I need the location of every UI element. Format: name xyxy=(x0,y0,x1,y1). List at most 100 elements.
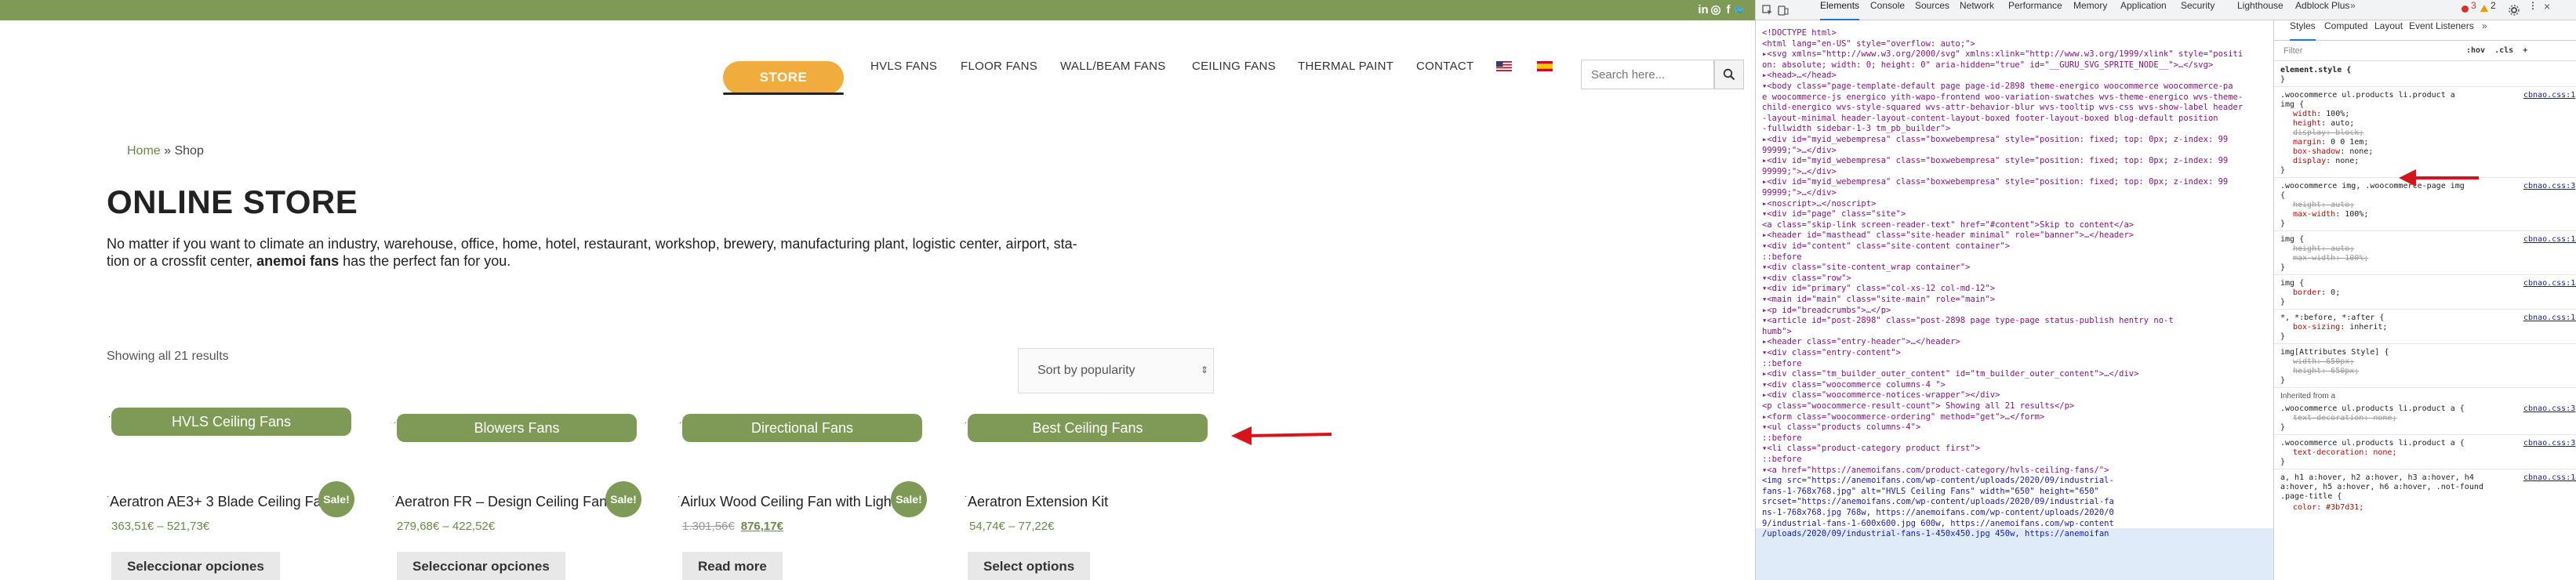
dom-node-line[interactable]: ▸<div id="myid_webempresa" class="boxweb… xyxy=(1762,135,2228,145)
more-options-icon[interactable]: ⋮ xyxy=(2528,0,2538,20)
dom-node-line[interactable]: /uploads/2020/09/industrial-fans-1-450x4… xyxy=(1762,529,2109,539)
dom-node-line[interactable]: ▸<div id="myid_webempresa" class="boxweb… xyxy=(1762,156,2228,166)
rule-source-link[interactable]: cbnao.css:3 xyxy=(2523,182,2575,191)
select-options-button[interactable]: Seleccionar opciones xyxy=(111,552,280,580)
nav-hvls-fans[interactable]: HVLS FANS xyxy=(870,60,937,73)
inspect-element-icon[interactable] xyxy=(1762,5,1773,16)
nav-floor-fans[interactable]: FLOOR FANS xyxy=(961,60,1037,73)
css-property[interactable]: height: auto; xyxy=(2293,119,2354,129)
css-property[interactable]: height: auto; xyxy=(2293,201,2354,210)
instagram-icon[interactable]: ◎ xyxy=(1709,3,1722,17)
sort-select[interactable]: Sort by popularity ⇕ xyxy=(1018,348,1214,393)
tab-layout[interactable]: Layout xyxy=(2374,20,2403,41)
dom-node-line[interactable]: ▾<div class="entry-content"> xyxy=(1762,348,1901,358)
tab-application[interactable]: Application xyxy=(2120,0,2167,20)
css-property[interactable]: height: 650px; xyxy=(2293,367,2359,376)
nav-ceiling-fans[interactable]: CEILING FANS xyxy=(1192,60,1276,73)
gear-icon[interactable] xyxy=(2509,5,2520,16)
twitter-icon[interactable]: 🐦 xyxy=(1733,3,1746,17)
dom-node-line[interactable]: on: absolute; width: 0; height: 0" aria-… xyxy=(1762,60,2213,71)
rule-source-link[interactable]: cbnao.css:3 xyxy=(2523,404,2575,414)
dom-node-line[interactable]: ▾<div class="woocommerce columns-4 "> xyxy=(1762,380,1946,390)
tab-computed[interactable]: Computed xyxy=(2324,20,2367,41)
css-property[interactable]: margin: 0 0 1em; xyxy=(2293,138,2368,147)
dom-node-line[interactable]: ▾<article id="post-2898" class="post-289… xyxy=(1762,316,2174,326)
dom-node-line[interactable]: ▾<div class="row"> xyxy=(1762,274,1851,284)
dom-node-line[interactable]: ::before xyxy=(1762,252,1802,263)
dom-node-line[interactable]: ▸<svg xmlns="http://www.w3.org/2000/svg"… xyxy=(1762,49,2243,60)
dom-node-line[interactable]: ▸<head>…</head> xyxy=(1762,71,1837,81)
dom-node-line[interactable]: -layout-minimal header-layout-content-la… xyxy=(1762,114,2218,124)
dom-node-line[interactable]: ▾<div id="primary" class="col-xs-12 col-… xyxy=(1762,284,1995,294)
css-property[interactable]: max-width: 100%; xyxy=(2293,254,2368,263)
tab-console[interactable]: Console xyxy=(1870,0,1905,20)
spain-flag-icon[interactable] xyxy=(1537,61,1553,71)
category-best-ceiling-fans[interactable]: Best Ceiling Fans xyxy=(968,414,1208,442)
dom-node-line[interactable]: ▾<div class="site-content_wrap container… xyxy=(1762,263,1971,273)
read-more-button[interactable]: Read more xyxy=(682,552,783,580)
more-panes-icon[interactable]: » xyxy=(2482,20,2487,41)
dom-node-line[interactable]: ▾<div id="content" class="site-content c… xyxy=(1762,241,2010,252)
dom-node-line[interactable]: ::before xyxy=(1762,433,1802,444)
product-name[interactable]: Aeratron Extension Kit xyxy=(968,494,1203,510)
dom-node-line[interactable]: ▸<noscript>…</noscript> xyxy=(1762,199,1876,209)
dom-node-line[interactable]: ▸<div id="myid_webempresa" class="boxweb… xyxy=(1762,177,2228,187)
dom-node-line[interactable]: 99999;">…</div> xyxy=(1762,146,1837,156)
styles-filter-tools[interactable]: :hov .cls + xyxy=(2466,46,2527,55)
dom-node-line[interactable]: ▾<ul class="products columns-4"> xyxy=(1762,422,1920,433)
dom-node-line[interactable]: child-energico wvs-style-squared wvs-att… xyxy=(1762,103,2243,113)
dom-node-line[interactable]: ▸<p id="breadcrumbs">…</p> xyxy=(1762,306,1891,316)
device-toolbar-icon[interactable] xyxy=(1778,5,1789,16)
css-property[interactable]: border: 0; xyxy=(2293,288,2340,298)
dom-node-line[interactable]: ns-1-768x768.jpg 768w, https://anemoifan… xyxy=(1762,508,2114,518)
dom-node-line[interactable]: 99999;">…</div> xyxy=(1762,167,1837,177)
rule-source-link[interactable]: cbnao.css:142 xyxy=(2523,235,2576,245)
us-flag-icon[interactable] xyxy=(1496,61,1512,71)
styles-filter-input[interactable]: Filter xyxy=(2284,46,2302,56)
rule-source-link[interactable]: cbnao.css:142 xyxy=(2523,279,2576,288)
css-property[interactable]: max-width: 100%; xyxy=(2293,210,2368,219)
dom-node-line[interactable]: 9/industrial-fans-1-600x600.jpg 600w, ht… xyxy=(1762,519,2114,529)
dom-node-line[interactable]: <html lang="en-US" style="overflow: auto… xyxy=(1762,39,1975,49)
dom-node-line[interactable]: ▾<main id="main" class="site-main" role=… xyxy=(1762,295,1995,305)
dom-node-line[interactable]: ▾<body class="page-template-default page… xyxy=(1762,82,2233,92)
css-property[interactable]: text-decoration: none; xyxy=(2293,414,2396,423)
rule-source-link[interactable]: cbnao.css:1 xyxy=(2523,91,2575,100)
dom-node-line[interactable]: ▸<header class="entry-header">…</header> xyxy=(1762,337,1960,347)
error-count[interactable]: 3 xyxy=(2471,0,2476,20)
search-input[interactable]: Search here... xyxy=(1581,60,1714,89)
dom-node-line[interactable]: <img src="https://anemoifans.com/wp-cont… xyxy=(1762,476,2114,486)
dom-node-line[interactable]: ▸<header id="masthead" class="site-heade… xyxy=(1762,230,2134,241)
rule-source-link[interactable]: cbnao.css:3 xyxy=(2523,439,2575,448)
dom-node-line[interactable]: -fullwidth sidebar-1-3 tm_pb_builder"> xyxy=(1762,124,1950,134)
select-options-button[interactable]: Seleccionar opciones xyxy=(397,552,565,580)
dom-node-line[interactable]: ▸<div class="woocommerce-notices-wrapper… xyxy=(1762,390,2000,401)
css-property[interactable]: box-sizing: inherit; xyxy=(2293,323,2387,332)
dom-node-line[interactable]: ::before xyxy=(1762,455,1802,465)
category-hvls-ceiling-fans[interactable]: HVLS Ceiling Fans xyxy=(111,408,351,436)
more-tabs-icon[interactable]: » xyxy=(2350,0,2356,20)
dom-node-line[interactable]: e woocommerce-js energico yith-wapo-fron… xyxy=(1762,92,2243,103)
css-property[interactable]: box-shadow: none; xyxy=(2293,147,2373,157)
dom-node-line[interactable]: ▸<div class="tm_builder_outer_content" i… xyxy=(1762,369,2138,379)
dom-node-line[interactable]: ▾<li class="product-category product fir… xyxy=(1762,444,1980,454)
dom-node-line[interactable]: ::before xyxy=(1762,359,1802,369)
css-property[interactable]: width: 100%; xyxy=(2293,110,2349,119)
dom-node-line[interactable]: <!DOCTYPE html> xyxy=(1762,28,1837,38)
category-directional-fans[interactable]: Directional Fans xyxy=(682,414,922,442)
tab-sources[interactable]: Sources xyxy=(1915,0,1949,20)
dom-node-line[interactable]: ▾<a href="https://anemoifans.com/product… xyxy=(1762,466,2109,476)
tab-elements[interactable]: Elements xyxy=(1820,0,1860,20)
nav-wall-beam-fans[interactable]: WALL/BEAM FANS xyxy=(1060,60,1166,73)
warning-count[interactable]: 2 xyxy=(2491,0,2496,20)
dom-node-line[interactable]: ▸<form class="woocommerce-ordering" meth… xyxy=(1762,412,2044,422)
product-name[interactable]: Aeratron AE3+ 3 Blade Ceiling Fan xyxy=(110,494,328,510)
dom-node-line[interactable]: ▾<div id="page" class="site"> xyxy=(1762,209,1906,219)
tab-memory[interactable]: Memory xyxy=(2073,0,2107,20)
tab-lighthouse[interactable]: Lighthouse xyxy=(2237,0,2284,20)
close-icon[interactable]: × xyxy=(2544,0,2550,20)
store-nav-button[interactable]: STORE xyxy=(723,61,844,94)
css-property[interactable]: text-decoration: none; xyxy=(2293,448,2396,458)
tab-network[interactable]: Network xyxy=(1960,0,1994,20)
tab-styles[interactable]: Styles xyxy=(2290,20,2316,41)
